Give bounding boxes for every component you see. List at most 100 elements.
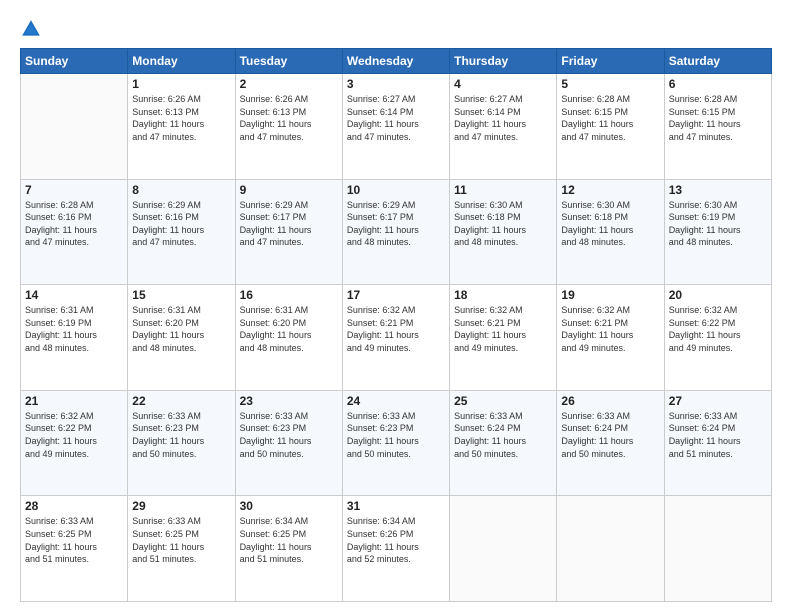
calendar-cell: 31 Sunrise: 6:34 AM Sunset: 6:26 PM Dayli… xyxy=(342,496,449,602)
weekday-friday: Friday xyxy=(557,49,664,74)
day-number: 29 xyxy=(132,499,230,513)
calendar-cell: 29 Sunrise: 6:33 AM Sunset: 6:25 PM Dayli… xyxy=(128,496,235,602)
calendar-cell: 10 Sunrise: 6:29 AM Sunset: 6:17 PM Dayli… xyxy=(342,179,449,285)
cell-info: Sunrise: 6:33 AM Sunset: 6:24 PM Dayligh… xyxy=(454,410,552,460)
day-number: 3 xyxy=(347,77,445,91)
cell-info: Sunrise: 6:32 AM Sunset: 6:22 PM Dayligh… xyxy=(25,410,123,460)
calendar-cell: 14 Sunrise: 6:31 AM Sunset: 6:19 PM Dayli… xyxy=(21,285,128,391)
cell-info: Sunrise: 6:29 AM Sunset: 6:17 PM Dayligh… xyxy=(240,199,338,249)
weekday-thursday: Thursday xyxy=(450,49,557,74)
day-number: 2 xyxy=(240,77,338,91)
calendar-cell: 4Sunrise: 6:27 AM Sunset: 6:14 PM Daylig… xyxy=(450,74,557,180)
calendar-cell: 3 Sunrise: 6:27 AM Sunset: 6:14 PM Daylig… xyxy=(342,74,449,180)
cell-info: Sunrise: 6:33 AM Sunset: 6:23 PM Dayligh… xyxy=(240,410,338,460)
cell-info: Sunrise: 6:32 AM Sunset: 6:21 PM Dayligh… xyxy=(347,304,445,354)
logo-icon xyxy=(20,18,42,40)
calendar-cell: 26 Sunrise: 6:33 AM Sunset: 6:24 PM Dayli… xyxy=(557,390,664,496)
calendar-cell: 24Sunrise: 6:33 AM Sunset: 6:23 PM Dayli… xyxy=(342,390,449,496)
cell-info: Sunrise: 6:31 AM Sunset: 6:20 PM Dayligh… xyxy=(240,304,338,354)
week-row-2: 7 Sunrise: 6:28 AM Sunset: 6:16 PM Daylig… xyxy=(21,179,772,285)
day-number: 11 xyxy=(454,183,552,197)
day-number: 13 xyxy=(669,183,767,197)
cell-info: Sunrise: 6:31 AM Sunset: 6:20 PM Dayligh… xyxy=(132,304,230,354)
calendar-cell: 16 Sunrise: 6:31 AM Sunset: 6:20 PM Dayli… xyxy=(235,285,342,391)
cell-info: Sunrise: 6:33 AM Sunset: 6:24 PM Dayligh… xyxy=(561,410,659,460)
day-number: 1 xyxy=(132,77,230,91)
day-number: 6 xyxy=(669,77,767,91)
day-number: 31 xyxy=(347,499,445,513)
day-number: 27 xyxy=(669,394,767,408)
calendar-cell: 13Sunrise: 6:30 AM Sunset: 6:19 PM Dayli… xyxy=(664,179,771,285)
day-number: 18 xyxy=(454,288,552,302)
cell-info: Sunrise: 6:30 AM Sunset: 6:18 PM Dayligh… xyxy=(454,199,552,249)
calendar-cell: 28 Sunrise: 6:33 AM Sunset: 6:25 PM Dayli… xyxy=(21,496,128,602)
day-number: 24 xyxy=(347,394,445,408)
day-number: 15 xyxy=(132,288,230,302)
calendar-cell: 8 Sunrise: 6:29 AM Sunset: 6:16 PM Daylig… xyxy=(128,179,235,285)
cell-info: Sunrise: 6:29 AM Sunset: 6:16 PM Dayligh… xyxy=(132,199,230,249)
week-row-3: 14 Sunrise: 6:31 AM Sunset: 6:19 PM Dayli… xyxy=(21,285,772,391)
calendar-cell: 30 Sunrise: 6:34 AM Sunset: 6:25 PM Dayli… xyxy=(235,496,342,602)
weekday-tuesday: Tuesday xyxy=(235,49,342,74)
day-number: 9 xyxy=(240,183,338,197)
cell-info: Sunrise: 6:34 AM Sunset: 6:26 PM Dayligh… xyxy=(347,515,445,565)
page: SundayMondayTuesdayWednesdayThursdayFrid… xyxy=(0,0,792,612)
calendar-cell xyxy=(450,496,557,602)
day-number: 30 xyxy=(240,499,338,513)
day-number: 26 xyxy=(561,394,659,408)
weekday-sunday: Sunday xyxy=(21,49,128,74)
cell-info: Sunrise: 6:29 AM Sunset: 6:17 PM Dayligh… xyxy=(347,199,445,249)
calendar-cell: 6 Sunrise: 6:28 AM Sunset: 6:15 PM Daylig… xyxy=(664,74,771,180)
calendar-cell: 11 Sunrise: 6:30 AM Sunset: 6:18 PM Dayli… xyxy=(450,179,557,285)
day-number: 12 xyxy=(561,183,659,197)
cell-info: Sunrise: 6:31 AM Sunset: 6:19 PM Dayligh… xyxy=(25,304,123,354)
calendar-cell: 25 Sunrise: 6:33 AM Sunset: 6:24 PM Dayli… xyxy=(450,390,557,496)
day-number: 25 xyxy=(454,394,552,408)
cell-info: Sunrise: 6:26 AM Sunset: 6:13 PM Dayligh… xyxy=(132,93,230,143)
cell-info: Sunrise: 6:28 AM Sunset: 6:15 PM Dayligh… xyxy=(561,93,659,143)
calendar-cell: 12Sunrise: 6:30 AM Sunset: 6:18 PM Dayli… xyxy=(557,179,664,285)
calendar-cell: 20Sunrise: 6:32 AM Sunset: 6:22 PM Dayli… xyxy=(664,285,771,391)
cell-info: Sunrise: 6:32 AM Sunset: 6:21 PM Dayligh… xyxy=(561,304,659,354)
day-number: 10 xyxy=(347,183,445,197)
calendar-cell: 27 Sunrise: 6:33 AM Sunset: 6:24 PM Dayli… xyxy=(664,390,771,496)
day-number: 8 xyxy=(132,183,230,197)
cell-info: Sunrise: 6:26 AM Sunset: 6:13 PM Dayligh… xyxy=(240,93,338,143)
day-number: 5 xyxy=(561,77,659,91)
day-number: 21 xyxy=(25,394,123,408)
day-number: 23 xyxy=(240,394,338,408)
week-row-1: 1 Sunrise: 6:26 AM Sunset: 6:13 PM Daylig… xyxy=(21,74,772,180)
cell-info: Sunrise: 6:27 AM Sunset: 6:14 PM Dayligh… xyxy=(454,93,552,143)
day-number: 20 xyxy=(669,288,767,302)
day-number: 19 xyxy=(561,288,659,302)
logo xyxy=(20,18,46,40)
calendar-cell: 7 Sunrise: 6:28 AM Sunset: 6:16 PM Daylig… xyxy=(21,179,128,285)
calendar-cell: 21 Sunrise: 6:32 AM Sunset: 6:22 PM Dayli… xyxy=(21,390,128,496)
calendar-cell: 23 Sunrise: 6:33 AM Sunset: 6:23 PM Dayli… xyxy=(235,390,342,496)
weekday-monday: Monday xyxy=(128,49,235,74)
weekday-header-row: SundayMondayTuesdayWednesdayThursdayFrid… xyxy=(21,49,772,74)
cell-info: Sunrise: 6:34 AM Sunset: 6:25 PM Dayligh… xyxy=(240,515,338,565)
cell-info: Sunrise: 6:27 AM Sunset: 6:14 PM Dayligh… xyxy=(347,93,445,143)
calendar-cell: 22Sunrise: 6:33 AM Sunset: 6:23 PM Dayli… xyxy=(128,390,235,496)
calendar-cell: 2 Sunrise: 6:26 AM Sunset: 6:13 PM Daylig… xyxy=(235,74,342,180)
week-row-5: 28 Sunrise: 6:33 AM Sunset: 6:25 PM Dayli… xyxy=(21,496,772,602)
day-number: 14 xyxy=(25,288,123,302)
cell-info: Sunrise: 6:28 AM Sunset: 6:15 PM Dayligh… xyxy=(669,93,767,143)
cell-info: Sunrise: 6:33 AM Sunset: 6:24 PM Dayligh… xyxy=(669,410,767,460)
cell-info: Sunrise: 6:33 AM Sunset: 6:25 PM Dayligh… xyxy=(132,515,230,565)
calendar-cell: 9 Sunrise: 6:29 AM Sunset: 6:17 PM Daylig… xyxy=(235,179,342,285)
cell-info: Sunrise: 6:33 AM Sunset: 6:23 PM Dayligh… xyxy=(132,410,230,460)
cell-info: Sunrise: 6:28 AM Sunset: 6:16 PM Dayligh… xyxy=(25,199,123,249)
calendar-table: SundayMondayTuesdayWednesdayThursdayFrid… xyxy=(20,48,772,602)
weekday-saturday: Saturday xyxy=(664,49,771,74)
day-number: 7 xyxy=(25,183,123,197)
calendar-cell: 19 Sunrise: 6:32 AM Sunset: 6:21 PM Dayli… xyxy=(557,285,664,391)
weekday-wednesday: Wednesday xyxy=(342,49,449,74)
day-number: 28 xyxy=(25,499,123,513)
day-number: 16 xyxy=(240,288,338,302)
cell-info: Sunrise: 6:33 AM Sunset: 6:25 PM Dayligh… xyxy=(25,515,123,565)
calendar-cell: 17Sunrise: 6:32 AM Sunset: 6:21 PM Dayli… xyxy=(342,285,449,391)
calendar-cell: 1 Sunrise: 6:26 AM Sunset: 6:13 PM Daylig… xyxy=(128,74,235,180)
week-row-4: 21 Sunrise: 6:32 AM Sunset: 6:22 PM Dayli… xyxy=(21,390,772,496)
